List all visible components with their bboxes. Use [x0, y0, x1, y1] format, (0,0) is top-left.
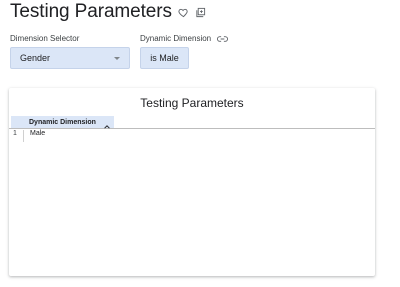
- table-header: Dynamic Dimension: [9, 116, 375, 129]
- dashboard-header: Testing Parameters: [10, 0, 206, 24]
- column-header-dynamic-dimension[interactable]: Dynamic Dimension: [25, 116, 114, 128]
- link-icon[interactable]: [217, 35, 229, 43]
- dynamic-dimension-label: Dynamic Dimension: [140, 34, 229, 43]
- dynamic-dimension-value: is Male: [150, 53, 179, 63]
- heart-outline-icon[interactable]: [178, 7, 189, 18]
- page-title: Testing Parameters: [10, 1, 172, 22]
- row-number-header: [11, 116, 25, 128]
- column-header-label: Dynamic Dimension: [29, 118, 96, 126]
- dimension-selector-label-text: Dimension Selector: [10, 34, 80, 43]
- row-divider: [23, 130, 24, 142]
- dimension-selector-label: Dimension Selector: [10, 34, 79, 43]
- row-number: 1: [13, 130, 17, 137]
- tile-title: Testing Parameters: [140, 96, 244, 110]
- dynamic-dimension-label-text: Dynamic Dimension: [140, 34, 212, 43]
- dimension-selector-dropdown[interactable]: Gender: [10, 47, 130, 69]
- dimension-selector-value: Gender: [20, 53, 51, 63]
- table-tile: Testing Parameters Dynamic Dimension 1 M…: [9, 88, 375, 276]
- copy-dashboard-icon[interactable]: [195, 7, 206, 18]
- table-cell: Male: [30, 130, 46, 137]
- chevron-down-icon: [114, 56, 120, 60]
- dynamic-dimension-chip[interactable]: is Male: [140, 47, 189, 69]
- table-row: 1 Male: [9, 130, 375, 142]
